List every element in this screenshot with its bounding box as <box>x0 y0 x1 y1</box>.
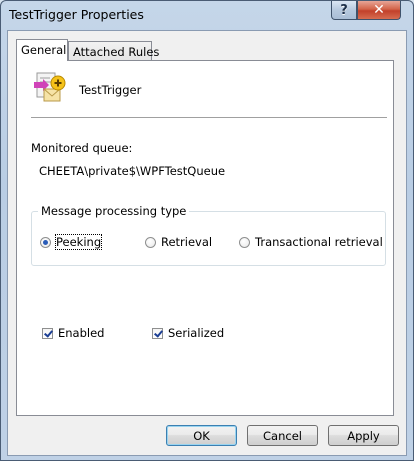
serialized-checkbox[interactable]: Serialized <box>152 326 224 340</box>
radio-peeking[interactable]: Peeking <box>40 234 103 250</box>
ok-button-label: OK <box>193 428 210 443</box>
dialog-client-area: General Attached Rules TestTrigger Monit… <box>7 30 407 456</box>
radio-transactional-label: Transactional retrieval <box>255 235 383 249</box>
enabled-checkbox-label: Enabled <box>58 326 105 340</box>
radio-transactional-retrieval[interactable]: Transactional retrieval <box>239 235 383 249</box>
window-title: TestTrigger Properties <box>9 7 144 22</box>
tab-attached-rules[interactable]: Attached Rules <box>68 41 159 61</box>
serialized-checkbox-label: Serialized <box>168 326 225 340</box>
close-button[interactable]: ✕ <box>357 1 401 20</box>
monitored-queue-value: CHEETA\private$\WPFTestQueue <box>39 164 226 178</box>
enabled-checkbox[interactable]: Enabled <box>42 326 104 340</box>
close-icon: ✕ <box>373 2 385 18</box>
groupbox-title: Message processing type <box>38 204 190 218</box>
general-tab-panel: TestTrigger Monitored queue: CHEETA\priv… <box>16 60 394 416</box>
apply-button-label: Apply <box>347 428 380 443</box>
tab-general-label: General <box>21 43 67 57</box>
properties-dialog: TestTrigger Properties ? ✕ General Attac… <box>0 0 414 461</box>
trigger-name: TestTrigger <box>79 83 142 97</box>
enabled-checkbox-box[interactable] <box>42 327 53 339</box>
radio-peeking-indicator[interactable] <box>40 236 51 248</box>
ok-button[interactable]: OK <box>166 425 237 446</box>
cancel-button[interactable]: Cancel <box>247 425 318 446</box>
help-icon: ? <box>340 2 348 18</box>
serialized-checkbox-box[interactable] <box>152 327 163 339</box>
radio-peeking-label: Peeking <box>54 234 103 250</box>
radio-transactional-indicator[interactable] <box>239 236 250 248</box>
trigger-icon <box>34 72 66 102</box>
cancel-button-label: Cancel <box>263 428 302 443</box>
radio-retrieval-indicator[interactable] <box>145 236 156 248</box>
monitored-queue-label: Monitored queue: <box>31 141 133 155</box>
tab-attached-rules-label: Attached Rules <box>73 45 160 59</box>
radio-retrieval-label: Retrieval <box>161 235 213 249</box>
tab-general[interactable]: General <box>16 39 68 61</box>
header-separator <box>31 117 387 118</box>
apply-button[interactable]: Apply <box>328 425 399 446</box>
help-button[interactable]: ? <box>331 1 357 20</box>
title-bar[interactable]: TestTrigger Properties ? ✕ <box>1 1 413 29</box>
message-processing-groupbox: Message processing type Peeking Retrieva… <box>31 204 386 266</box>
radio-retrieval[interactable]: Retrieval <box>145 235 212 249</box>
